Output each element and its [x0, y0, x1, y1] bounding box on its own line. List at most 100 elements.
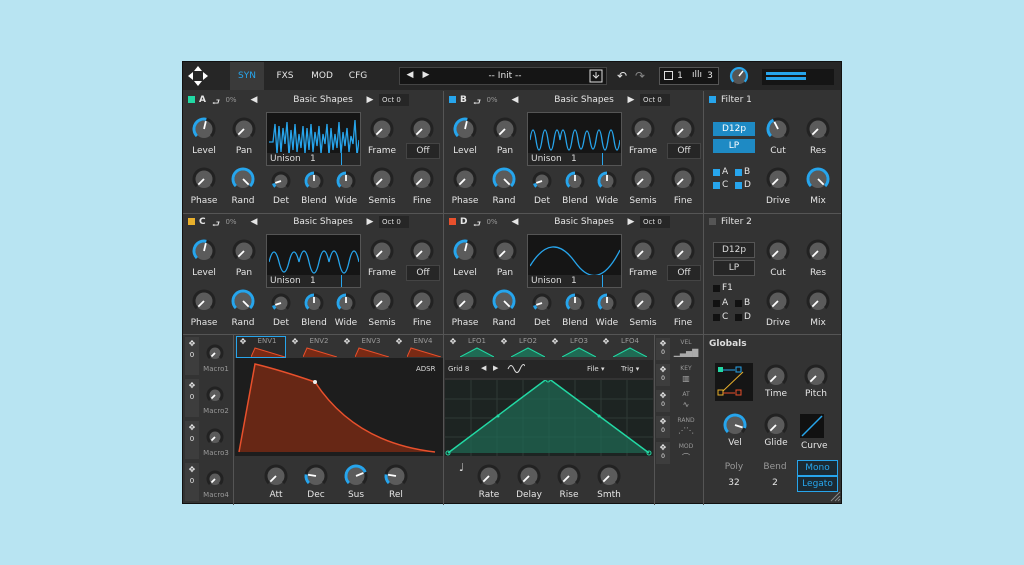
frame-mode-button[interactable]: Off: [667, 143, 701, 159]
vel-knob[interactable]: [722, 412, 748, 438]
level-knob[interactable]: [191, 116, 217, 142]
blend-knob[interactable]: [303, 170, 325, 192]
filter2-res-knob[interactable]: [805, 238, 831, 264]
frame-aux-knob[interactable]: [409, 116, 435, 142]
filter2-route-f1[interactable]: [713, 285, 720, 292]
lfo-smth-knob[interactable]: [596, 463, 622, 489]
blend-knob[interactable]: [564, 170, 586, 192]
prev-wavetable-icon[interactable]: ◀: [510, 95, 520, 105]
retrigger-icon[interactable]: ⮐: [211, 217, 221, 233]
undo-icon[interactable]: ↶: [615, 69, 629, 83]
osc-a-octave[interactable]: Oct 0: [379, 94, 409, 106]
sine-preset-icon[interactable]: [507, 364, 525, 373]
level-knob[interactable]: [191, 238, 217, 264]
tab-cfg[interactable]: CFG: [343, 71, 373, 81]
drag-icon[interactable]: ✥: [186, 381, 198, 390]
poly-value[interactable]: 32: [719, 478, 749, 488]
glide-knob[interactable]: [763, 412, 789, 438]
rand-knob[interactable]: [230, 288, 256, 314]
macro2-knob[interactable]: [205, 385, 225, 405]
phase-knob[interactable]: [452, 166, 478, 192]
filter2-mode-button[interactable]: LP: [713, 260, 755, 276]
pan-knob[interactable]: [492, 238, 518, 264]
filter1-route-d[interactable]: [735, 182, 742, 189]
phase-knob[interactable]: [452, 288, 478, 314]
filter1-drive-knob[interactable]: [765, 166, 791, 192]
level-knob[interactable]: [452, 116, 478, 142]
time-knob[interactable]: [763, 363, 789, 389]
semis-knob[interactable]: [630, 288, 656, 314]
rand-knob[interactable]: [491, 166, 517, 192]
bend-value[interactable]: 2: [760, 478, 790, 488]
next-wavetable-icon[interactable]: ▶: [365, 95, 375, 105]
redo-icon[interactable]: ↷: [633, 69, 647, 83]
lfo-delay-knob[interactable]: [516, 463, 542, 489]
osc-d-enable[interactable]: [449, 218, 456, 225]
grid-prev-icon[interactable]: ◀: [481, 364, 486, 372]
master-volume-knob[interactable]: [729, 66, 749, 86]
next-wavetable-icon[interactable]: ▶: [365, 217, 375, 227]
drag-icon[interactable]: ✥: [550, 337, 560, 346]
filter1-mix-knob[interactable]: [805, 166, 831, 192]
tab-fxs[interactable]: FXS: [270, 71, 300, 81]
pan-knob[interactable]: [492, 116, 518, 142]
drag-icon[interactable]: ✥: [290, 337, 300, 346]
logo-icon[interactable]: [187, 65, 209, 87]
osc-b-enable[interactable]: [449, 96, 456, 103]
save-icon[interactable]: [589, 69, 603, 83]
filter2-mix-knob[interactable]: [805, 288, 831, 314]
prev-preset-icon[interactable]: ◀: [405, 70, 415, 80]
filter1-enable[interactable]: [709, 96, 716, 103]
frame-knob[interactable]: [369, 116, 395, 142]
env-rel-knob[interactable]: [383, 463, 409, 489]
pan-knob[interactable]: [231, 238, 257, 264]
filter2-cut-knob[interactable]: [765, 238, 791, 264]
env-dec-knob[interactable]: [303, 463, 329, 489]
fine-knob[interactable]: [409, 288, 435, 314]
env-curve[interactable]: [235, 358, 443, 456]
lfo-rise-knob[interactable]: [556, 463, 582, 489]
tab-mod[interactable]: MOD: [307, 71, 337, 81]
drag-icon[interactable]: ✥: [657, 417, 669, 426]
filter2-route-a[interactable]: [713, 300, 720, 307]
retrigger-icon[interactable]: ⮐: [472, 217, 482, 233]
frame-aux-knob[interactable]: [670, 238, 696, 264]
osc-b-octave[interactable]: Oct 0: [640, 94, 670, 106]
frame-knob[interactable]: [369, 238, 395, 264]
note-sync-icon[interactable]: ♩: [459, 461, 464, 474]
osc-c-unison[interactable]: Unison 1: [267, 275, 360, 287]
lfo-trig-menu[interactable]: Trig ▾: [621, 365, 639, 373]
filter2-route-c[interactable]: [713, 314, 720, 321]
semis-knob[interactable]: [369, 288, 395, 314]
wide-knob[interactable]: [596, 170, 618, 192]
osc-b-unison[interactable]: Unison 1: [528, 153, 621, 165]
osc-a-unison[interactable]: Unison 1: [267, 153, 360, 165]
filter2-type-button[interactable]: D12p: [713, 242, 755, 258]
drag-icon[interactable]: ✥: [657, 365, 669, 374]
preset-name[interactable]: -- Init --: [445, 71, 565, 81]
drag-icon[interactable]: ✥: [342, 337, 352, 346]
filter1-route-b[interactable]: [735, 169, 742, 176]
filter2-enable[interactable]: [709, 218, 716, 225]
filter1-res-knob[interactable]: [805, 116, 831, 142]
prev-wavetable-icon[interactable]: ◀: [249, 217, 259, 227]
wide-knob[interactable]: [596, 292, 618, 314]
det-knob[interactable]: [270, 170, 292, 192]
frame-mode-button[interactable]: Off: [406, 143, 440, 159]
osc-c-octave[interactable]: Oct 0: [379, 216, 409, 228]
lfo-grid-select[interactable]: Grid 8: [448, 365, 469, 373]
drag-icon[interactable]: ✥: [186, 423, 198, 432]
retrigger-icon[interactable]: ⮐: [211, 95, 221, 111]
mono-button[interactable]: Mono: [797, 460, 838, 476]
drag-icon[interactable]: ✥: [238, 337, 248, 346]
macro4-knob[interactable]: [205, 469, 225, 489]
drag-icon[interactable]: ✥: [499, 337, 509, 346]
det-knob[interactable]: [270, 292, 292, 314]
drag-icon[interactable]: ✥: [657, 443, 669, 452]
lfo-rate-knob[interactable]: [476, 463, 502, 489]
drag-icon[interactable]: ✥: [394, 337, 404, 346]
frame-aux-knob[interactable]: [670, 116, 696, 142]
osc-d-octave[interactable]: Oct 0: [640, 216, 670, 228]
filter1-route-a[interactable]: [713, 169, 720, 176]
osc-d-unison[interactable]: Unison 1: [528, 275, 621, 287]
